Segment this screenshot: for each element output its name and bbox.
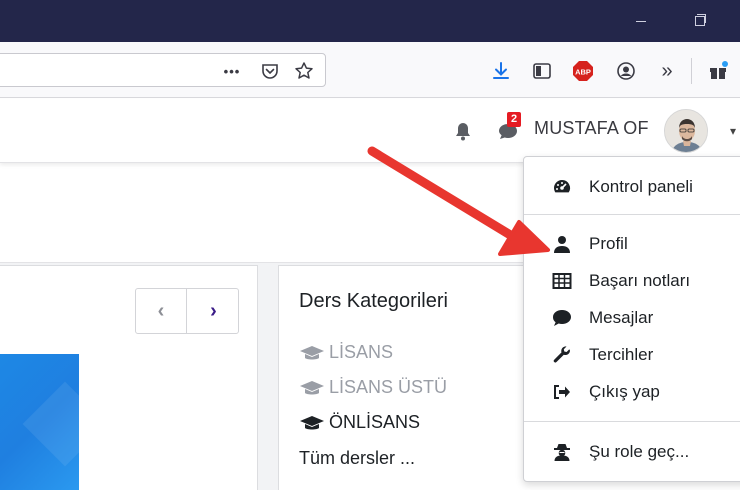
menu-item-preferences[interactable]: Tercihler (524, 338, 740, 372)
overflow-chevrons-icon[interactable]: » (655, 59, 679, 83)
categories-title: Ders Kategorileri (299, 290, 448, 312)
browser-toolbar: ••• ABP » (0, 42, 740, 98)
menu-item-switch-role[interactable]: Şu role geç... (524, 435, 740, 469)
bookmark-star-icon[interactable] (293, 60, 315, 82)
category-label: LİSANS ÜSTÜ (329, 377, 448, 397)
menu-item-grades[interactable]: Başarı notları (524, 264, 740, 298)
carousel-nav: ‹ › (135, 288, 239, 334)
graduation-cap-icon (300, 415, 324, 429)
user-menu-caret-icon[interactable]: ▾ (730, 124, 736, 138)
category-item-lisans-ustu[interactable]: LİSANS ÜSTÜ (299, 377, 447, 398)
user-dropdown-menu: Kontrol paneli Profil Başarı notları Mes… (523, 156, 740, 482)
speech-bubble-icon (551, 307, 573, 329)
page-actions-menu-icon[interactable]: ••• (221, 60, 243, 82)
category-item-onlisans[interactable]: ÖNLİSANS (299, 412, 420, 433)
downloads-icon[interactable] (489, 59, 513, 83)
user-icon (551, 233, 573, 255)
wrench-icon (551, 344, 573, 366)
carousel-next-button[interactable]: › (188, 289, 239, 333)
minimize-window-button[interactable] (630, 10, 652, 32)
menu-item-label: Başarı notları (589, 271, 691, 290)
account-circle-icon[interactable] (614, 59, 638, 83)
menu-item-logout[interactable]: Çıkış yap (524, 375, 740, 409)
user-avatar[interactable] (664, 109, 708, 153)
dashboard-icon (551, 176, 573, 198)
site-navbar: 2 MUSTAFA OF ▾ (0, 99, 740, 163)
graduation-cap-icon (300, 345, 324, 359)
adblock-plus-icon[interactable]: ABP (571, 59, 595, 83)
menu-item-label: Çıkış yap (589, 382, 660, 401)
menu-item-label: Şu role geç... (589, 442, 690, 461)
window-titlebar (0, 0, 740, 42)
user-secret-icon (551, 441, 573, 463)
menu-item-profile[interactable]: Profil (524, 227, 740, 261)
menu-item-label: Tercihler (589, 345, 654, 364)
address-bar[interactable]: ••• (0, 53, 326, 87)
carousel-prev-button[interactable]: ‹ (136, 289, 187, 333)
course-image[interactable] (0, 354, 79, 490)
menu-divider (524, 214, 740, 215)
grades-table-icon (551, 270, 573, 292)
menu-item-label: Kontrol paneli (589, 177, 693, 196)
svg-text:ABP: ABP (575, 68, 591, 77)
sidebar-icon[interactable] (530, 59, 554, 83)
user-menu-name[interactable]: MUSTAFA OF (534, 118, 649, 139)
pocket-icon[interactable] (259, 60, 281, 82)
message-count-badge: 2 (507, 112, 521, 127)
category-item-lisans[interactable]: LİSANS (299, 342, 393, 363)
restore-window-button[interactable] (688, 10, 710, 32)
menu-item-dashboard[interactable]: Kontrol paneli (524, 170, 740, 204)
menu-item-messages[interactable]: Mesajlar (524, 301, 740, 335)
toolbar-separator (691, 58, 692, 84)
sign-out-icon (551, 381, 573, 403)
menu-item-label: Profil (589, 234, 628, 253)
course-carousel-card: ‹ › (0, 265, 258, 490)
category-label: ÖNLİSANS (329, 412, 421, 432)
notifications-bell-icon[interactable] (452, 120, 474, 142)
graduation-cap-icon (300, 380, 324, 394)
all-courses-link[interactable]: Tüm dersler ... (299, 448, 415, 469)
category-label: LİSANS (329, 342, 394, 362)
menu-divider (524, 421, 740, 422)
gift-extension-icon[interactable] (706, 59, 730, 83)
menu-item-label: Mesajlar (589, 308, 654, 327)
